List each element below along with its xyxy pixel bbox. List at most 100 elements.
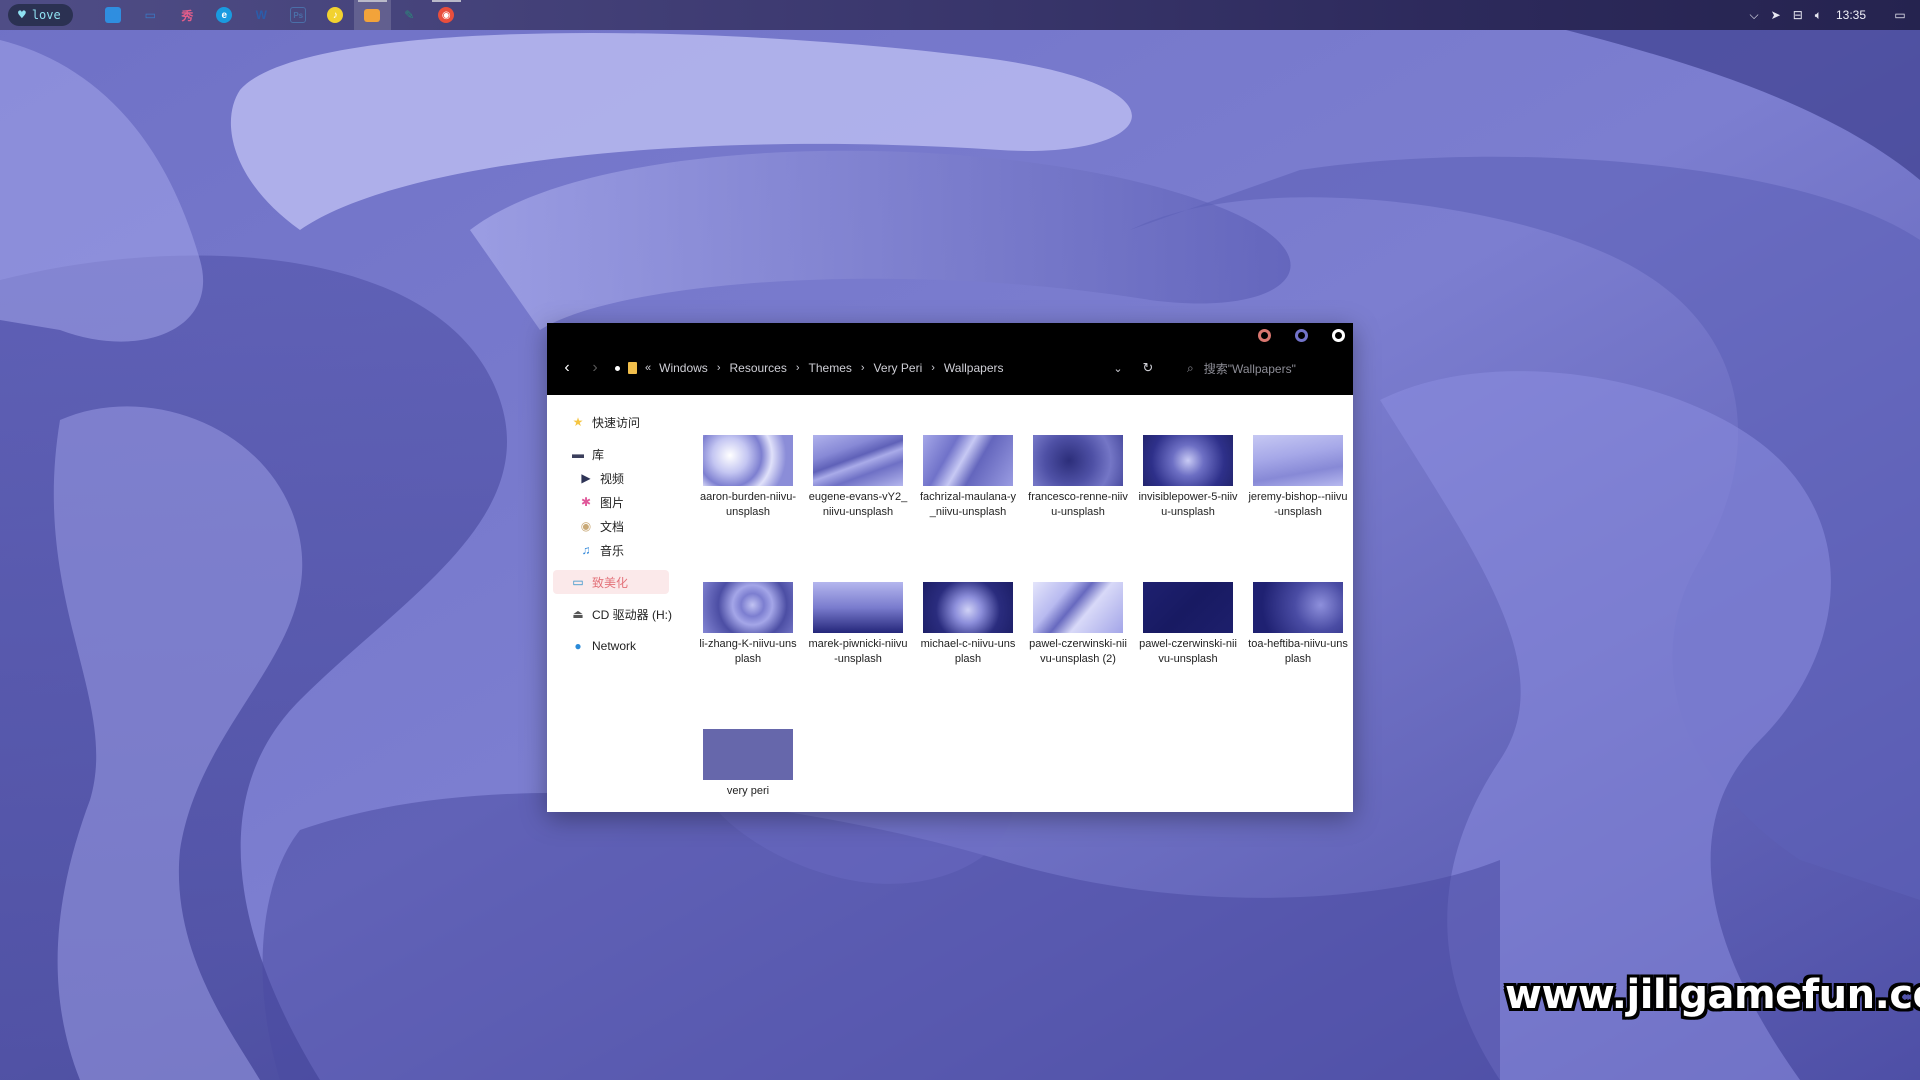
breadcrumb-item[interactable]: Themes	[809, 361, 852, 375]
file-name: li-zhang-K-niivu-unsplash	[699, 638, 797, 665]
sidebar-item[interactable]: ▭ 致美化	[553, 570, 669, 594]
breadcrumb-separator-icon[interactable]: ›	[717, 362, 721, 374]
taskbar-app-task-view[interactable]: ▭	[132, 0, 169, 30]
sidebar-item-label: 致美化	[592, 575, 629, 590]
file-item[interactable]: very peri	[693, 729, 803, 864]
file-name: pawel-czerwinski-niivu-unsplash (2)	[1029, 638, 1127, 665]
folder-icon: ▬	[364, 8, 381, 22]
file-item[interactable]: marek-piwnicki-niivu-unsplash	[803, 582, 913, 717]
sidebar-item[interactable]: ♫ 音乐	[547, 538, 677, 562]
breadcrumb: Windows › Resources › Themes › Very Peri › Wallp…	[659, 361, 1003, 375]
breadcrumb-item[interactable]: Resources	[729, 361, 786, 375]
titlebar: ‹ › « Windows › Resources › Themes › Very Peri…	[547, 323, 1353, 395]
sidebar-item-label: 视频	[600, 471, 625, 486]
telegram-icon[interactable]: ➤	[1765, 0, 1787, 30]
breadcrumb-separator-icon[interactable]: ›	[861, 362, 865, 374]
notification-center-icon[interactable]: ▭	[1880, 0, 1920, 30]
sidebar-item-label: 快速访问	[592, 415, 641, 430]
navigation-bar: ‹ › « Windows › Resources › Themes › Very Peri…	[547, 355, 1353, 381]
file-item[interactable]: aaron-burden-niivu-unsplash	[693, 435, 803, 570]
sidebar-item-label: 文档	[600, 519, 625, 534]
file-thumbnail	[703, 435, 793, 486]
file-thumbnail	[923, 435, 1013, 486]
taskbar-app-word[interactable]: W	[243, 0, 280, 30]
breadcrumb-separator-icon[interactable]: ›	[796, 362, 800, 374]
xiu-icon: 秀	[181, 8, 194, 23]
edge-browser-icon: e	[216, 7, 233, 23]
file-thumbnail	[1033, 435, 1123, 486]
taskbar-app-edge[interactable]: e	[206, 0, 243, 30]
chevron-up-icon[interactable]: ⌵	[1744, 0, 1765, 30]
file-thumbnail	[813, 435, 903, 486]
sidebar-item[interactable]: ⏏ CD 驱动器 (H:)	[547, 602, 677, 626]
window-controls	[1258, 329, 1345, 342]
file-thumbnail	[1033, 582, 1123, 633]
taskbar-app-chrome[interactable]: ◉	[428, 0, 465, 30]
word-icon: W	[255, 8, 267, 22]
file-item[interactable]: fachrizal-maulana-y_niivu-unsplash	[913, 435, 1023, 570]
sidebar-item[interactable]: ◉ 文档	[547, 514, 677, 538]
forward-button[interactable]: ›	[581, 355, 609, 381]
breadcrumb-separator-icon[interactable]: ›	[931, 362, 935, 374]
file-item[interactable]: pawel-czerwinski-niivu-unsplash (2)	[1023, 582, 1133, 717]
file-grid: aaron-burden-niivu-unsplash eugene-evans-…	[693, 395, 1353, 864]
search-placeholder: 搜索"Wallpapers"	[1203, 361, 1296, 376]
breadcrumb-item[interactable]: Very Peri	[874, 361, 923, 375]
file-item[interactable]: invisiblepower-5-niivu-unsplash	[1133, 435, 1243, 570]
chrome-icon: ◉	[438, 7, 455, 23]
nav-right: ⌄ ↻ ⌕ 搜索"Wallpapers"	[1107, 355, 1353, 381]
close-button[interactable]	[1332, 329, 1345, 342]
taskbar-app-notes[interactable]: ✎	[391, 0, 428, 30]
breadcrumb-overflow[interactable]: «	[645, 362, 651, 374]
taskbar-apps: ■ ▭ 秀 e W Ps ♪ ▬ ✎ ◉	[95, 0, 465, 30]
maximize-button[interactable]	[1295, 329, 1308, 342]
taskbar-app-photoshop[interactable]: Ps	[280, 0, 317, 30]
taskbar-app-file-explorer[interactable]: ▬	[353, 0, 391, 30]
file-thumbnail	[1253, 435, 1343, 486]
taskbar-app-qq-music[interactable]: ♪	[317, 0, 354, 30]
breadcrumb-item[interactable]: Windows	[659, 361, 708, 375]
cd-drive-icon: ⏏	[572, 607, 584, 621]
sidebar-item[interactable]: ● Network	[547, 634, 677, 658]
up-button[interactable]	[615, 365, 620, 371]
sidebar-item-label: Network	[592, 639, 637, 653]
file-name: invisiblepower-5-niivu-unsplash	[1138, 491, 1238, 518]
file-item[interactable]: francesco-renne-niivu-unsplash	[1023, 435, 1133, 570]
sidebar-item[interactable]: ✱ 图片	[547, 490, 677, 514]
system-tray: ⌵ ➤ ⊟ 🔈︎ 13:35 ▭	[1744, 0, 1920, 30]
taskbar-app-start[interactable]: ■	[95, 0, 132, 30]
documents-icon: ◉	[580, 519, 592, 533]
file-view: aaron-burden-niivu-unsplash eugene-evans-…	[677, 395, 1353, 812]
file-thumbnail	[1143, 435, 1233, 486]
file-item[interactable]: pawel-czerwinski-niivu-unsplash	[1133, 582, 1243, 717]
refresh-icon[interactable]: ↻	[1137, 360, 1159, 376]
file-item[interactable]: toa-heftiba-niivu-unsplash	[1243, 582, 1353, 717]
search-input[interactable]: ⌕ 搜索"Wallpapers"	[1187, 360, 1337, 377]
taskbar-app-xiu-app[interactable]: 秀	[169, 0, 206, 30]
volume-icon[interactable]: 🔈︎	[1809, 0, 1828, 30]
file-item[interactable]: michael-c-niivu-unsplash	[913, 582, 1023, 717]
file-name: aaron-burden-niivu-unsplash	[700, 491, 796, 518]
file-thumbnail	[1143, 582, 1233, 633]
sidebar-item[interactable]: ▶ 视频	[547, 466, 677, 490]
file-item[interactable]: eugene-evans-vY2_niivu-unsplash	[803, 435, 913, 570]
network-tray-icon[interactable]: ⊟	[1787, 0, 1809, 30]
back-button[interactable]: ‹	[553, 355, 581, 381]
love-badge[interactable]: ♥ love	[8, 4, 73, 26]
clock[interactable]: 13:35	[1828, 8, 1880, 22]
file-item[interactable]: jeremy-bishop--niivu-unsplash	[1243, 435, 1353, 570]
minimize-button[interactable]	[1258, 329, 1271, 342]
sidebar-item[interactable]: ★ 快速访问	[547, 410, 677, 434]
file-name: jeremy-bishop--niivu-unsplash	[1248, 491, 1348, 518]
watermark: www.jiligamefun.com	[1505, 972, 1920, 1018]
file-name: michael-c-niivu-unsplash	[920, 638, 1016, 665]
sidebar-item-label: 库	[592, 447, 605, 462]
sidebar-item[interactable]: ▬ 库	[547, 442, 677, 466]
photoshop-icon: Ps	[290, 7, 307, 23]
navigation-pane: ★ 快速访问 ▬ 库 ▶ 视频 ✱ 图片 ◉ 文档 ♫ 音乐 ▭ 致美化 ⏏ CD 驱动器 (H:) ● Netw…	[547, 395, 677, 812]
notes-icon: ✎	[404, 8, 415, 22]
address-dropdown-chevron-icon[interactable]: ⌄	[1107, 362, 1129, 375]
sidebar-item-label: CD 驱动器 (H:)	[592, 607, 672, 622]
breadcrumb-item[interactable]: Wallpapers	[944, 361, 1004, 375]
file-item[interactable]: li-zhang-K-niivu-unsplash	[693, 582, 803, 717]
